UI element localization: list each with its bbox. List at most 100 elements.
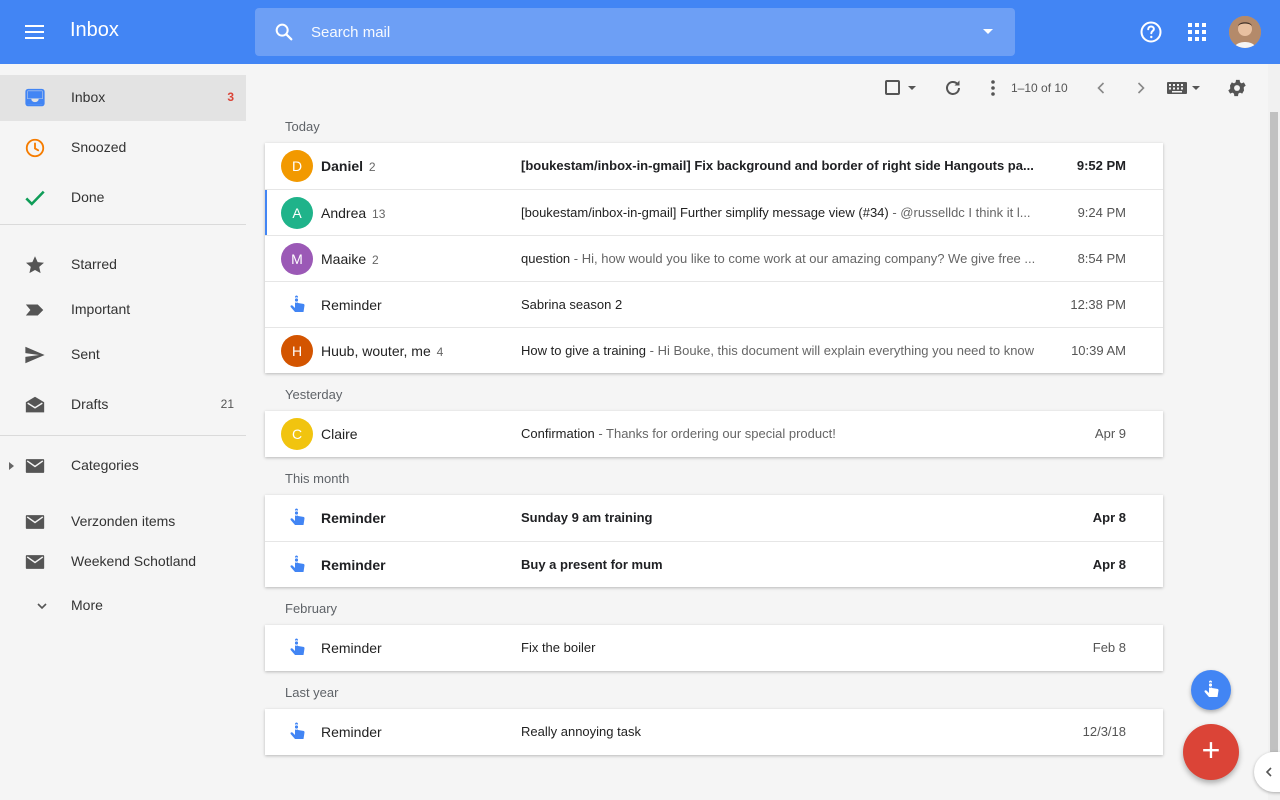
sender-avatar[interactable]: D xyxy=(281,150,313,182)
refresh-icon[interactable] xyxy=(943,78,963,98)
sender-avatar[interactable]: H xyxy=(281,335,313,367)
sidebar-item-label: Inbox xyxy=(71,89,106,105)
reminder-hand-icon xyxy=(285,720,309,744)
subject-text: Fix the boiler xyxy=(521,640,596,655)
sidebar-item-sent[interactable]: Sent xyxy=(0,332,246,378)
sender-name: Reminder xyxy=(321,557,386,573)
message-row[interactable]: Reminder Fix the boiler Feb 8 xyxy=(265,625,1163,671)
sidebar-item-done[interactable]: Done xyxy=(0,175,246,221)
sender-label: Reminder xyxy=(321,724,382,740)
clock-icon xyxy=(25,138,45,158)
sender-name: Reminder xyxy=(321,297,382,313)
message-time: 10:39 AM xyxy=(1071,343,1126,358)
sender-label: Reminder xyxy=(321,297,382,313)
sidebar-item-starred[interactable]: Starred xyxy=(0,242,246,288)
message-row[interactable]: A Andrea 13 [boukestam/inbox-in-gmail] Fur… xyxy=(265,189,1163,236)
checkbox-icon xyxy=(885,80,916,95)
sender-name: Huub, wouter, me 4 xyxy=(321,343,443,359)
sidebar-item-snoozed[interactable]: Snoozed xyxy=(0,125,246,171)
message-subject: How to give a training - Hi Bouke, this … xyxy=(521,343,1041,358)
sender-label: Claire xyxy=(321,426,358,442)
reminder-hand-icon xyxy=(285,553,309,577)
sidebar-item-label: Snoozed xyxy=(71,139,127,155)
select-all-checkbox[interactable] xyxy=(884,79,920,97)
settings-gear-icon[interactable] xyxy=(1226,77,1248,99)
sender-avatar[interactable]: M xyxy=(281,243,313,275)
side-panel-toggle[interactable] xyxy=(1254,752,1280,792)
message-row[interactable]: Reminder Sunday 9 am training Apr 8 xyxy=(265,495,1163,541)
sender-name: Andrea 13 xyxy=(321,205,385,221)
message-time: Apr 8 xyxy=(1092,510,1126,525)
sender-label: Reminder xyxy=(321,640,382,656)
message-subject: [boukestam/inbox-in-gmail] Fix backgroun… xyxy=(521,158,1041,173)
section-header: Last year xyxy=(285,685,339,700)
sidebar-item-label: Starred xyxy=(71,256,117,272)
search-icon[interactable] xyxy=(273,21,295,43)
keyboard-icon[interactable] xyxy=(1166,80,1204,96)
sidebar-item-categories[interactable]: Categories xyxy=(0,443,246,489)
message-row[interactable]: D Daniel 2 [boukestam/inbox-in-gmail] Fix … xyxy=(265,143,1163,189)
message-snippet: - @russelldc I think it l... xyxy=(888,205,1031,220)
sidebar-item-drafts[interactable]: Drafts 21 xyxy=(0,382,246,428)
chevron-left-icon[interactable] xyxy=(1093,80,1109,96)
sender-label: Andrea xyxy=(321,205,367,221)
subject-text: Really annoying task xyxy=(521,724,641,739)
search-input[interactable] xyxy=(311,20,951,44)
message-group-card: Reminder Really annoying task 12/3/18 xyxy=(265,709,1163,755)
sidebar-item-label: Categories xyxy=(71,457,139,473)
sidebar-item-weekend-schotland[interactable]: Weekend Schotland xyxy=(0,539,246,585)
message-row[interactable]: Reminder Really annoying task 12/3/18 xyxy=(265,709,1163,755)
chevron-right-icon[interactable] xyxy=(1133,80,1149,96)
pagination-info: 1–10 of 10 xyxy=(1011,81,1068,95)
scrollbar-thumb[interactable] xyxy=(1270,112,1278,752)
message-snippet: - Thanks for ordering our special produc… xyxy=(594,426,836,441)
new-reminder-button[interactable] xyxy=(1191,670,1231,710)
drafts-count: 21 xyxy=(220,397,234,411)
sender-avatar[interactable]: C xyxy=(281,418,313,450)
message-time: 8:54 PM xyxy=(1077,251,1126,266)
message-time: 9:24 PM xyxy=(1077,205,1126,220)
inbox-icon xyxy=(25,88,45,107)
sidebar-divider xyxy=(0,224,246,225)
sender-avatar[interactable]: A xyxy=(281,197,313,229)
message-group-card: Reminder Sunday 9 am training Apr 8 Reminde… xyxy=(265,495,1163,587)
message-subject: Sunday 9 am training xyxy=(521,510,1041,525)
message-time: Apr 8 xyxy=(1092,557,1126,572)
chevron-left-icon xyxy=(1265,767,1272,777)
sidebar-item-more[interactable]: More xyxy=(0,583,246,629)
sender-label: Reminder xyxy=(321,557,386,573)
message-time: Apr 9 xyxy=(1094,426,1126,441)
sidebar-item-inbox[interactable]: Inbox 3 xyxy=(0,75,246,121)
compose-button[interactable]: + xyxy=(1183,724,1239,780)
apps-grid-icon[interactable] xyxy=(1185,20,1209,44)
label-icon xyxy=(25,459,45,473)
sidebar-item-label: Sent xyxy=(71,346,100,362)
subject-text: question xyxy=(521,251,571,266)
expand-arrow-icon[interactable] xyxy=(9,462,15,470)
reminder-hand-icon xyxy=(285,506,309,530)
account-avatar[interactable] xyxy=(1229,16,1261,48)
draft-icon xyxy=(25,396,45,413)
more-vert-icon[interactable] xyxy=(983,78,1003,98)
sidebar-item-label: Verzonden items xyxy=(71,513,176,529)
sender-label: Huub, wouter, me xyxy=(321,343,431,359)
chevron-down-icon xyxy=(37,603,47,610)
search-bar[interactable] xyxy=(255,8,1015,56)
menu-icon[interactable] xyxy=(20,20,50,44)
search-options-icon[interactable] xyxy=(983,29,993,34)
message-row[interactable]: H Huub, wouter, me 4 How to give a trainin… xyxy=(265,327,1163,373)
message-row[interactable]: Reminder Sabrina season 2 12:38 PM xyxy=(265,281,1163,327)
help-icon[interactable] xyxy=(1139,20,1163,44)
message-group-card: D Daniel 2 [boukestam/inbox-in-gmail] Fix … xyxy=(265,143,1163,373)
message-time: 9:52 PM xyxy=(1076,158,1126,173)
message-time: Feb 8 xyxy=(1092,640,1126,655)
section-header: This month xyxy=(285,471,350,486)
message-row[interactable]: M Maaike 2 question - Hi, how would you li… xyxy=(265,235,1163,281)
sidebar-item-important[interactable]: Important xyxy=(0,287,246,333)
sender-name: Reminder xyxy=(321,724,382,740)
message-row[interactable]: Reminder Buy a present for mum Apr 8 xyxy=(265,541,1163,587)
message-subject: [boukestam/inbox-in-gmail] Further simpl… xyxy=(521,205,1041,220)
message-row[interactable]: C Claire Confirmation - Thanks for orderin… xyxy=(265,411,1163,457)
subject-text: Buy a present for mum xyxy=(521,557,663,572)
message-subject: Sabrina season 2 xyxy=(521,297,1041,312)
